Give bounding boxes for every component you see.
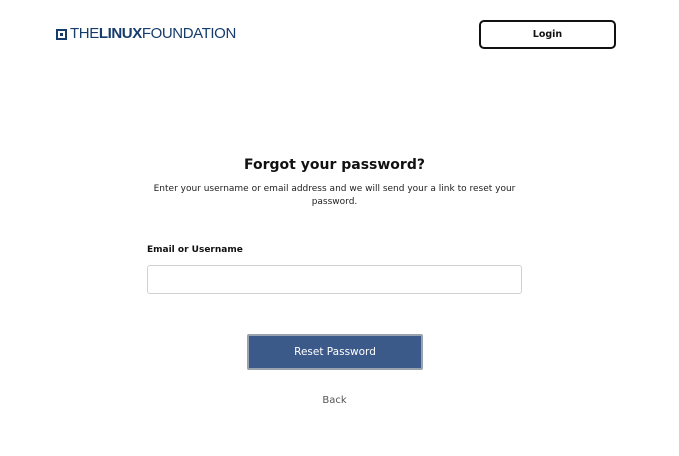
login-button[interactable]: Login — [479, 20, 616, 49]
page: THELINUXFOUNDATION Login Forgot your pas… — [0, 0, 679, 456]
email-username-label: Email or Username — [147, 245, 243, 255]
logo-brand: LINUX — [98, 25, 142, 42]
page-subtitle: Enter your username or email address and… — [153, 184, 516, 207]
page-title: Forgot your password? — [244, 157, 425, 173]
linux-foundation-logo[interactable]: THELINUXFOUNDATION — [56, 26, 236, 42]
linux-foundation-mark-icon — [56, 28, 67, 40]
reset-password-button[interactable]: Reset Password — [247, 334, 423, 370]
logo-wordmark: THELINUXFOUNDATION — [70, 26, 236, 42]
back-link[interactable]: Back — [0, 395, 669, 406]
logo-prefix: THE — [70, 25, 99, 42]
email-username-input[interactable] — [147, 265, 522, 294]
logo-suffix: FOUNDATION — [141, 25, 236, 42]
